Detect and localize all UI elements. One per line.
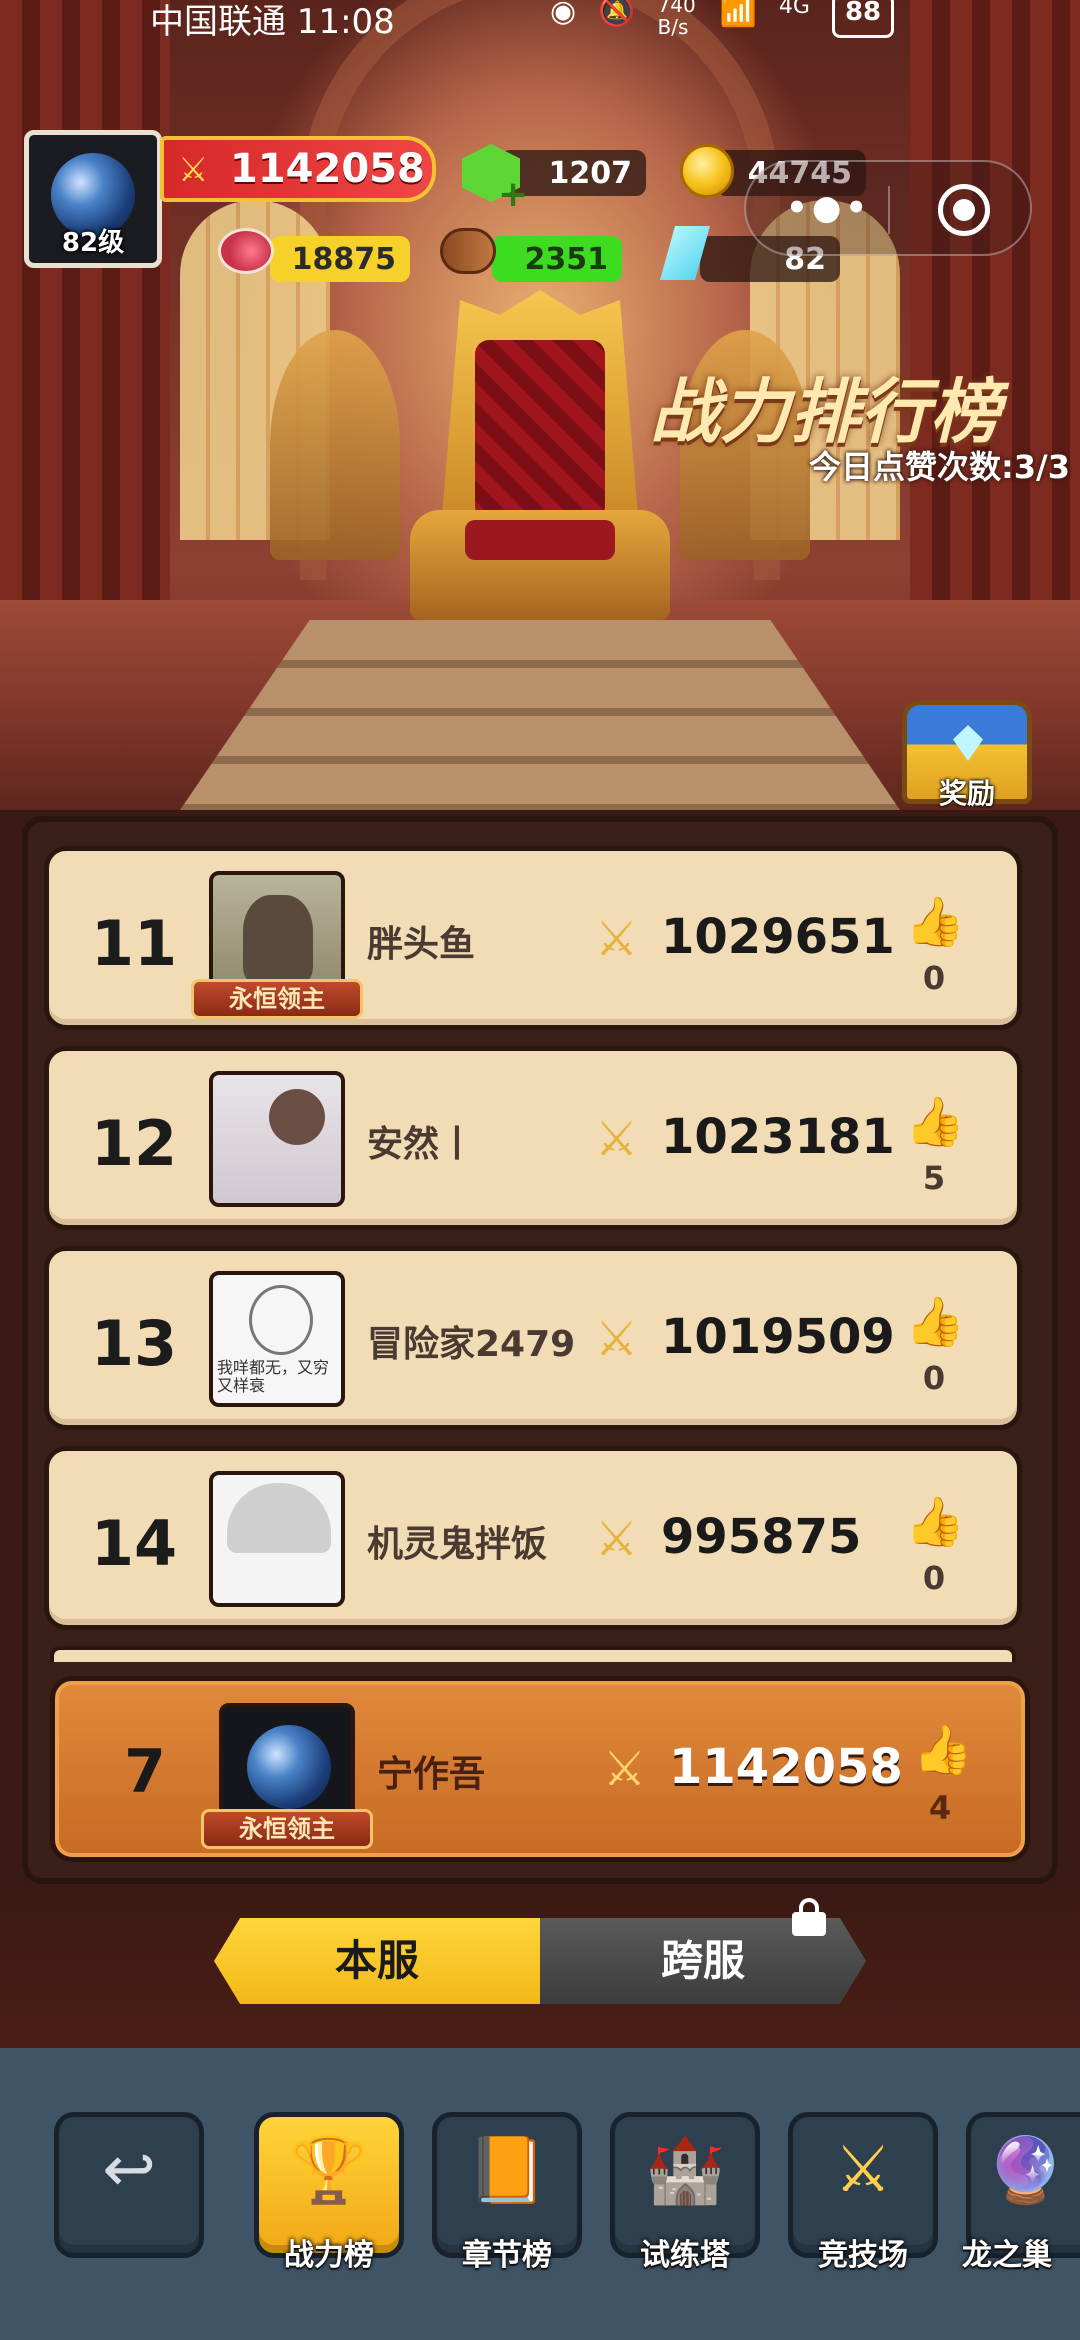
like-count: 0 (922, 959, 946, 997)
battery-indicator: 88 (831, 0, 895, 38)
avatar[interactable] (209, 1471, 345, 1607)
target-circle-icon[interactable] (938, 184, 990, 236)
trophy-icon: 🏆 (289, 2134, 369, 2208)
left-curtain (0, 0, 170, 700)
food-counter: 18875 (270, 236, 410, 282)
mute-icon: 🔕 (598, 0, 636, 29)
crossed-swords-icon: ⚔ (595, 1511, 639, 1567)
nav-trial-tower-label[interactable]: 试练塔 (605, 2230, 765, 2274)
my-like-count: 4 (928, 1789, 952, 1827)
crossed-swords-icon: ⚔ (834, 2133, 892, 2207)
book-icon: 📙 (467, 2134, 547, 2208)
earth-avatar-image (247, 1725, 331, 1809)
crossed-swords-icon: ⚔ (603, 1741, 647, 1797)
gold-coin-icon (680, 144, 734, 198)
player-avatar[interactable]: 82级 (24, 130, 162, 268)
left-statue (270, 330, 400, 560)
capsule-divider (888, 186, 890, 234)
ranking-row[interactable]: 14 机灵鬼拌饭 ⚔ 995875 👍 0 (44, 1446, 1022, 1630)
player-power: ⚔ 1142058 (160, 136, 436, 202)
player-name: 冒险家2479 (367, 1324, 576, 1365)
next-row-peek (50, 1646, 1016, 1662)
net-speed: 740 B/s (657, 0, 696, 39)
rank-number: 14 (90, 1507, 178, 1580)
food-value: 18875 (291, 242, 396, 277)
right-curtain (910, 0, 1080, 700)
nav-chapter-rank-label[interactable]: 章节榜 (427, 2230, 587, 2274)
thumbs-up-icon[interactable]: 👍 (905, 1493, 965, 1550)
carrier-time: 中国联通 11:08 (150, 2, 395, 42)
nav-power-rank-label[interactable]: 战力榜 (249, 2230, 409, 2274)
power-value: 1023181 (661, 1109, 895, 1165)
eye-icon: ◉ (550, 0, 577, 29)
mini-program-capsule: •●• (744, 160, 1032, 256)
more-dots-icon[interactable]: •●• (786, 188, 871, 228)
back-button[interactable]: ↩ (54, 2112, 204, 2258)
wood-value: 2351 (524, 242, 609, 277)
ranking-row[interactable]: 12 安然丨 ⚔ 1023181 👍 5 (44, 1046, 1022, 1230)
dragon-orb-icon: 🔮 (985, 2134, 1066, 2208)
plus-icon[interactable]: + (498, 177, 528, 213)
green-gem-value: 1207 (548, 156, 633, 191)
like-count: 0 (922, 1359, 946, 1397)
thumbs-up-icon[interactable]: 👍 (905, 893, 965, 950)
nav-arena-label[interactable]: 竞技场 (783, 2230, 943, 2274)
crossed-swords-icon: ⚔ (595, 911, 639, 967)
rank-number: 11 (90, 907, 178, 980)
my-rank-number: 7 (124, 1737, 166, 1807)
meat-icon (218, 228, 274, 274)
rank-number: 13 (90, 1307, 178, 1380)
my-power-value: 1142058 (669, 1739, 903, 1795)
network-type: 4G (778, 0, 810, 19)
likes-today-counter: 今日点赞次数:3/3 (808, 448, 1070, 486)
power-value: 995875 (661, 1509, 862, 1565)
player-name: 机灵鬼拌饭 (367, 1524, 548, 1565)
reward-label[interactable]: 奖励 (902, 772, 1032, 812)
thumbs-up-icon[interactable]: 👍 (905, 1293, 965, 1350)
power-value: 1019509 (661, 1309, 895, 1365)
rank-number: 12 (90, 1107, 178, 1180)
avatar[interactable] (209, 1071, 345, 1207)
nav-dragon-nest-label[interactable]: 龙之巢 (962, 2230, 1080, 2274)
avatar-caption: 我咩都无，又穷又样衰 (217, 1358, 330, 1395)
tab-local-server[interactable]: 本服 (214, 1918, 540, 2004)
like-count: 5 (922, 1159, 946, 1197)
lock-icon (792, 1898, 826, 1936)
status-bar: 中国联通 11:08 ◉ 🔕 740 B/s 📶 4G 88 (0, 0, 1080, 42)
wifi-icon: 📶 (719, 0, 757, 29)
player-level: 82级 (61, 228, 125, 258)
player-name: 胖头鱼 (367, 924, 476, 965)
throne (410, 290, 670, 620)
title-badge: 永恒领主 (191, 979, 363, 1019)
like-count: 0 (922, 1559, 946, 1597)
thumbs-up-icon[interactable]: 👍 (913, 1721, 973, 1778)
thumbs-up-icon[interactable]: 👍 (905, 1093, 965, 1150)
status-icons: ◉ 🔕 740 B/s 📶 4G 88 (550, 0, 895, 39)
player-power-value: 1142058 (230, 146, 425, 192)
player-name: 安然丨 (367, 1124, 476, 1165)
back-arrow-icon: ↩ (102, 2133, 156, 2207)
tower-icon: 🏰 (645, 2134, 725, 2208)
crossed-swords-icon: ⚔ (595, 1111, 639, 1167)
title-badge: 永恒领主 (201, 1809, 373, 1849)
ranking-row[interactable]: 11 永恒领主 胖头鱼 ⚔ 1029651 👍 0 (44, 846, 1022, 1030)
ranking-row[interactable]: 13 我咩都无，又穷又样衰 冒险家2479 ⚔ 1019509 👍 0 (44, 1246, 1022, 1430)
crossed-swords-icon: ⚔ (178, 150, 209, 190)
wood-log-icon (440, 228, 496, 274)
my-name: 宁作吾 (377, 1754, 486, 1795)
wood-counter: 2351 (492, 236, 622, 282)
power-value: 1029651 (661, 909, 895, 965)
crossed-swords-icon: ⚔ (595, 1311, 639, 1367)
my-rank-row[interactable]: 7 永恒领主 宁作吾 ⚔ 1142058 👍 4 (50, 1676, 1030, 1862)
avatar[interactable]: 我咩都无，又穷又样衰 (209, 1271, 345, 1407)
chest-gem-icon (953, 725, 983, 761)
